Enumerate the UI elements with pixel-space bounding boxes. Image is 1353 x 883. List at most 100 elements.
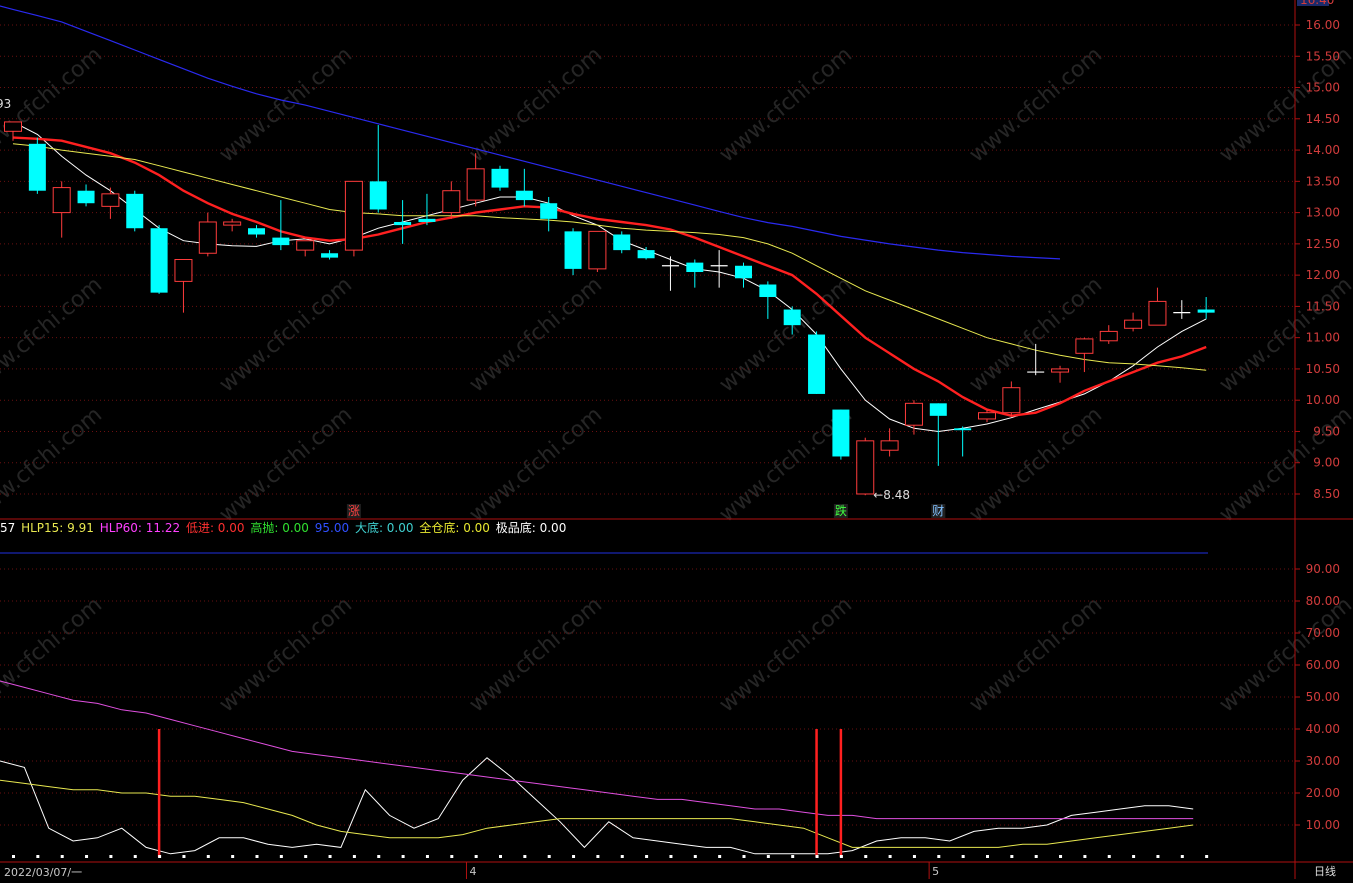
watermark-text: www.cfchi.com xyxy=(715,592,857,717)
date-axis: 2022/03/07/一 xyxy=(0,864,1295,879)
candle-body-up xyxy=(978,412,996,420)
indicator-dot xyxy=(499,855,502,858)
indicator-dot xyxy=(352,855,356,858)
indicator-dot xyxy=(888,855,892,858)
legend-item: 高抛: 0.00 xyxy=(250,521,313,535)
watermark-text: www.cfchi.com xyxy=(465,592,607,717)
indicator-dot xyxy=(1059,855,1063,858)
candle-body-up xyxy=(442,190,461,214)
indicator-y-tick-label: 20.00 xyxy=(1306,786,1340,800)
indicator-dot xyxy=(206,855,210,858)
candle-body-down xyxy=(637,250,655,259)
indicator-legend: 57 HLP15: 9.91 HLP60: 11.22 低进: 0.00 高抛:… xyxy=(0,520,568,536)
candle-body-up xyxy=(296,240,315,251)
indicator-dot xyxy=(425,855,429,858)
legend-item: 57 xyxy=(0,521,20,535)
legend-item: HLP15: 9.91 xyxy=(21,521,98,535)
candle-body-down xyxy=(28,143,46,191)
candle-body-down xyxy=(272,237,290,246)
indicator-dot xyxy=(669,855,673,858)
candle-body-down xyxy=(686,262,704,273)
main-y-tick-label: 15.00 xyxy=(1306,81,1340,95)
watermark-text: www.cfchi.com xyxy=(215,272,357,397)
indicator-y-tick-label: 10.00 xyxy=(1306,818,1340,832)
candle-body-down xyxy=(77,190,95,204)
candle-body-up xyxy=(1075,338,1094,354)
indicator-dot xyxy=(718,855,722,858)
candle-body-up xyxy=(4,121,22,132)
candle-body-down xyxy=(491,168,509,188)
main-y-tick-label: 11.00 xyxy=(1306,331,1340,345)
main-y-tick-label: 14.50 xyxy=(1306,112,1340,126)
indicator-dot xyxy=(1034,855,1038,858)
watermark-text: www.cfchi.com xyxy=(965,42,1107,167)
watermark-text: www.cfchi.com xyxy=(465,272,607,397)
candle-body-down xyxy=(394,221,412,226)
indicator-dot xyxy=(547,855,551,858)
candle-body-up xyxy=(1051,368,1070,373)
candle-body-up xyxy=(856,440,875,495)
event-marker: 跌 xyxy=(835,503,847,518)
period-label[interactable]: 日线 xyxy=(1297,864,1353,879)
candle-body-up xyxy=(344,180,363,251)
candle-body-up xyxy=(174,259,193,282)
indicator-dot xyxy=(182,855,186,858)
indicator-y-tick-label: 30.00 xyxy=(1306,754,1340,768)
indicator-dot xyxy=(377,855,381,858)
candle-body-down xyxy=(564,231,582,269)
ma-line-ma60 xyxy=(0,5,1061,260)
main-y-tick-label: 8.50 xyxy=(1313,487,1340,501)
event-marker: 涨 xyxy=(348,503,360,518)
watermark-text: www.cfchi.com xyxy=(965,272,1107,397)
indicator-y-tick-label: 70.00 xyxy=(1306,626,1340,640)
main-y-tick-label: 16.00 xyxy=(1306,18,1340,32)
indicator-dot xyxy=(596,855,600,858)
indicator-dot xyxy=(1156,855,1160,858)
indicator-y-tick-label: 90.00 xyxy=(1306,562,1340,576)
legend-item: 大底: 0.00 xyxy=(354,521,418,535)
main-y-tick-label: 9.00 xyxy=(1313,456,1340,470)
candle-body-down xyxy=(735,265,752,279)
chart-stage: www.cfchi.com www.cfchi.com www.cfchi.com w… xyxy=(0,0,1353,879)
candle-body-up xyxy=(101,193,120,207)
main-y-tick-label: 12.50 xyxy=(1306,237,1340,251)
main-y-tick-label: 12.00 xyxy=(1306,268,1340,282)
date-start-label: 2022/03/07/一 xyxy=(4,866,83,879)
indicator-dot xyxy=(304,855,308,858)
indicator-dot xyxy=(109,855,113,858)
watermark-text: www.cfchi.com xyxy=(965,402,1107,527)
candle-body-down xyxy=(613,234,631,251)
candle-body-down xyxy=(929,403,947,416)
main-y-tick-label: 14.00 xyxy=(1306,143,1340,157)
indicator-dot xyxy=(791,855,795,858)
indicator-dot xyxy=(60,855,64,858)
indicator-dot xyxy=(864,855,868,858)
legend-item: 95.00 xyxy=(314,521,353,535)
indicator-dot xyxy=(912,855,916,858)
watermark-text: www.cfchi.com xyxy=(465,42,607,167)
candle-body-up xyxy=(223,221,242,226)
watermark-text: www.cfchi.com xyxy=(465,402,607,527)
watermark-layer: www.cfchi.com www.cfchi.com www.cfchi.com w… xyxy=(0,42,1353,717)
indicator-y-tick-label: 80.00 xyxy=(1306,594,1340,608)
candle-body-down xyxy=(783,309,801,326)
low-price-label: ←8.48 xyxy=(873,488,910,502)
indicator-dot xyxy=(158,855,162,858)
candle-body-up xyxy=(880,440,899,451)
indicator-dot xyxy=(1083,855,1087,858)
indicator-dot xyxy=(986,855,989,858)
candle-body-up xyxy=(466,168,485,201)
candle-body-up xyxy=(52,187,71,214)
candle-body-down xyxy=(515,190,533,201)
candle-body-up xyxy=(588,230,607,270)
indicator-line-hlp60 xyxy=(0,680,1194,820)
watermark-text: www.cfchi.com xyxy=(215,592,357,717)
indicator-dot xyxy=(85,855,89,858)
candle-body-up xyxy=(1148,300,1167,326)
indicator-dot xyxy=(693,855,697,858)
indicator-dot xyxy=(1010,855,1014,858)
indicator-dot xyxy=(523,855,527,858)
left-clip-label: 93 xyxy=(0,97,11,111)
legend-item: 低进: 0.00 xyxy=(185,521,249,535)
indicator-dot xyxy=(474,855,478,858)
